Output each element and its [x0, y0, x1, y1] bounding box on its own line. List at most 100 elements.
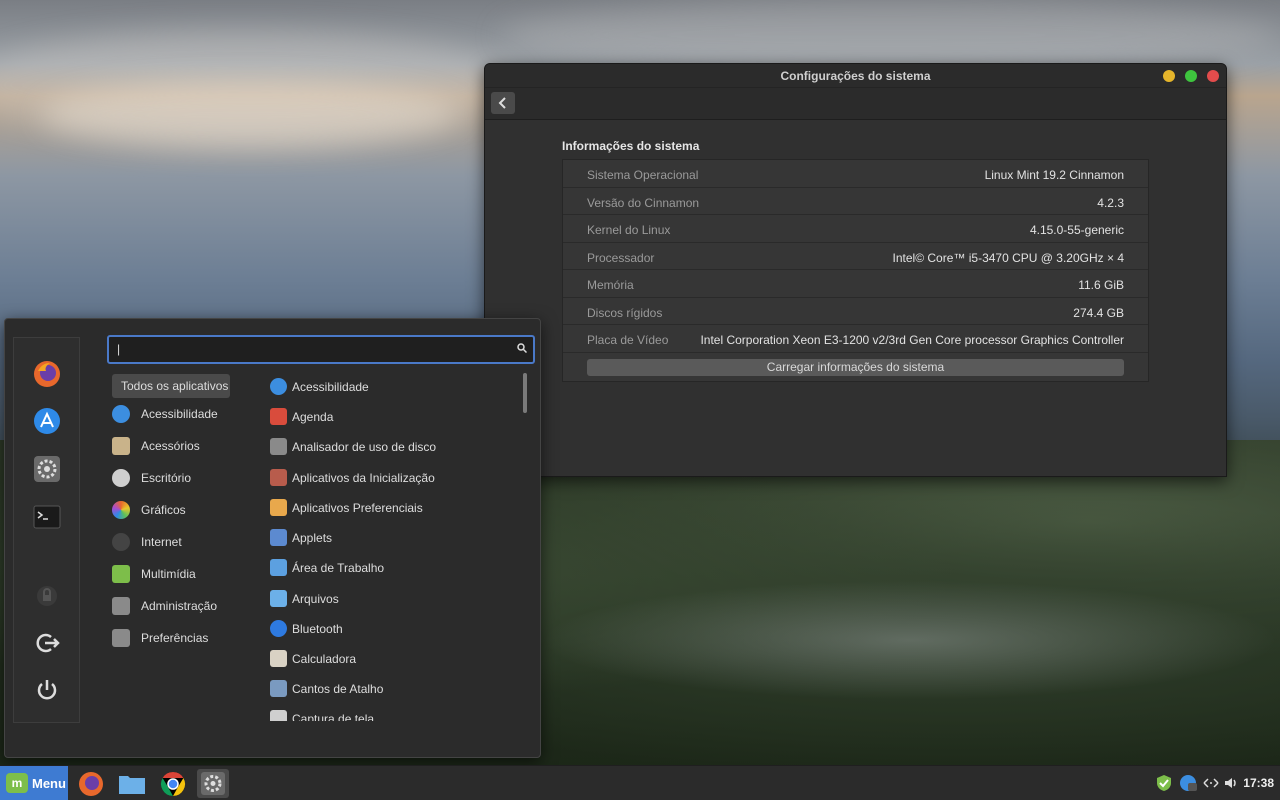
- app-label: Analisador de uso de disco: [292, 440, 437, 454]
- info-value: 4.15.0-55-generic: [1029, 223, 1124, 237]
- category-graphics[interactable]: Gráficos: [112, 498, 262, 522]
- window-body: Informações do sistema Sistema Operacion…: [485, 120, 1226, 476]
- power-icon[interactable]: [32, 675, 62, 705]
- software-manager-icon[interactable]: [32, 406, 62, 436]
- back-button[interactable]: [491, 92, 515, 114]
- administration-icon: [112, 597, 130, 615]
- app-item[interactable]: Applets: [268, 526, 518, 550]
- firefox-icon[interactable]: [32, 359, 62, 389]
- app-item[interactable]: Aplicativos da Inicialização: [268, 466, 518, 490]
- application-menu: | Todos os aplicativos Acessibilidade Ac…: [4, 318, 541, 758]
- chrome-icon: [160, 772, 186, 796]
- app-label: Aplicativos da Inicialização: [292, 471, 435, 485]
- info-label: Processador: [587, 250, 655, 265]
- app-item[interactable]: Agenda: [268, 405, 518, 429]
- app-item[interactable]: Arquivos: [268, 587, 518, 611]
- folder-icon: [270, 590, 287, 607]
- accessibility-icon: [112, 405, 130, 423]
- app-item[interactable]: Cantos de Atalho: [268, 677, 518, 701]
- app-item[interactable]: Captura de tela: [268, 707, 518, 721]
- desktop-icon: [270, 559, 287, 576]
- mint-logo-icon: m: [6, 773, 28, 793]
- menu-button[interactable]: m Menu: [0, 766, 68, 800]
- app-label: Calculadora: [292, 652, 357, 666]
- internet-icon: [112, 533, 130, 551]
- info-row: Processador Intel© Core™ i5-3470 CPU @ 3…: [563, 243, 1148, 270]
- taskbar: m Menu 17:38: [0, 765, 1280, 800]
- bluetooth-icon: [270, 620, 287, 637]
- minimize-button[interactable]: [1163, 70, 1175, 82]
- category-label: Acessórios: [141, 439, 200, 453]
- lock-icon[interactable]: [32, 581, 62, 611]
- clock[interactable]: 17:38: [1243, 776, 1274, 790]
- app-label: Agenda: [292, 410, 334, 424]
- calculator-icon: [270, 650, 287, 667]
- app-item[interactable]: Aplicativos Preferenciais: [268, 496, 518, 520]
- app-list-scrollbar[interactable]: [523, 373, 527, 413]
- screenshot-icon: [270, 710, 287, 721]
- update-manager-icon[interactable]: [1178, 773, 1198, 796]
- system-settings-icon[interactable]: [32, 454, 62, 484]
- window-title: Configurações do sistema: [780, 69, 931, 83]
- info-label: Discos rígidos: [587, 305, 663, 320]
- taskbar-files[interactable]: [116, 769, 148, 798]
- category-label: Internet: [141, 535, 182, 549]
- network-icon[interactable]: [1202, 775, 1220, 794]
- menu-search-input[interactable]: |: [107, 335, 535, 364]
- category-office[interactable]: Escritório: [112, 466, 262, 490]
- volume-icon[interactable]: [1223, 775, 1239, 794]
- category-label: Administração: [141, 599, 218, 613]
- category-accessibility[interactable]: Acessibilidade: [112, 402, 262, 426]
- preferences-icon: [112, 629, 130, 647]
- app-item[interactable]: Calculadora: [268, 647, 518, 671]
- taskbar-firefox[interactable]: [75, 769, 107, 798]
- info-row: Discos rígidos 274.4 GB: [563, 298, 1148, 325]
- app-item[interactable]: Área de Trabalho: [268, 556, 518, 580]
- chevron-left-icon: [498, 97, 506, 109]
- info-row: Sistema Operacional Linux Mint 19.2 Cinn…: [563, 160, 1148, 188]
- terminal-icon[interactable]: [32, 502, 62, 532]
- category-administration[interactable]: Administração: [112, 594, 262, 618]
- app-label: Applets: [292, 531, 333, 545]
- close-button[interactable]: [1207, 70, 1219, 82]
- maximize-button[interactable]: [1185, 70, 1197, 82]
- office-icon: [112, 469, 130, 487]
- taskbar-system-settings[interactable]: [197, 769, 229, 798]
- info-label: Memória: [587, 278, 634, 292]
- info-value: 11.6 GiB: [1078, 278, 1124, 292]
- section-title: Informações do sistema: [562, 139, 700, 153]
- info-label: Placa de Vídeo: [587, 333, 669, 347]
- load-system-info-button[interactable]: Carregar informações do sistema: [587, 358, 1124, 376]
- hot-corners-icon: [270, 680, 287, 697]
- info-label: Versão do Cinnamon: [587, 195, 700, 210]
- app-label: Cantos de Atalho: [292, 682, 384, 696]
- info-label: Sistema Operacional: [587, 168, 699, 182]
- taskbar-chrome[interactable]: [157, 769, 189, 798]
- category-label: Todos os aplicativos: [121, 379, 229, 393]
- app-label: Área de Trabalho: [292, 561, 385, 575]
- multimedia-icon: [112, 565, 130, 583]
- accessibility-icon: [270, 378, 287, 395]
- shield-icon[interactable]: [1154, 773, 1174, 796]
- system-settings-window: Configurações do sistema Informações do …: [484, 63, 1227, 477]
- load-row: Carregar informações do sistema: [563, 353, 1148, 381]
- info-row: Memória 11.6 GiB: [563, 270, 1148, 298]
- category-preferences[interactable]: Preferências: [112, 626, 262, 650]
- app-item[interactable]: Bluetooth: [268, 617, 518, 641]
- info-row: Versão do Cinnamon 4.2.3: [563, 188, 1148, 215]
- info-value: 274.4 GB: [1073, 305, 1124, 320]
- firefox-icon: [79, 772, 103, 796]
- system-info-table: Sistema Operacional Linux Mint 19.2 Cinn…: [562, 159, 1149, 382]
- app-item[interactable]: Analisador de uso de disco: [268, 435, 518, 459]
- favorites-column: [13, 337, 80, 723]
- window-toolbar: [485, 88, 1226, 120]
- category-all-apps[interactable]: Todos os aplicativos: [112, 374, 230, 398]
- category-internet[interactable]: Internet: [112, 530, 262, 554]
- window-titlebar[interactable]: Configurações do sistema: [485, 64, 1226, 88]
- app-item[interactable]: Acessibilidade: [268, 375, 518, 399]
- category-multimedia[interactable]: Multimídia: [112, 562, 262, 586]
- info-value: Linux Mint 19.2 Cinnamon: [984, 168, 1124, 182]
- logout-icon[interactable]: [32, 628, 62, 658]
- search-text: |: [117, 342, 121, 356]
- category-accessories[interactable]: Acessórios: [112, 434, 262, 458]
